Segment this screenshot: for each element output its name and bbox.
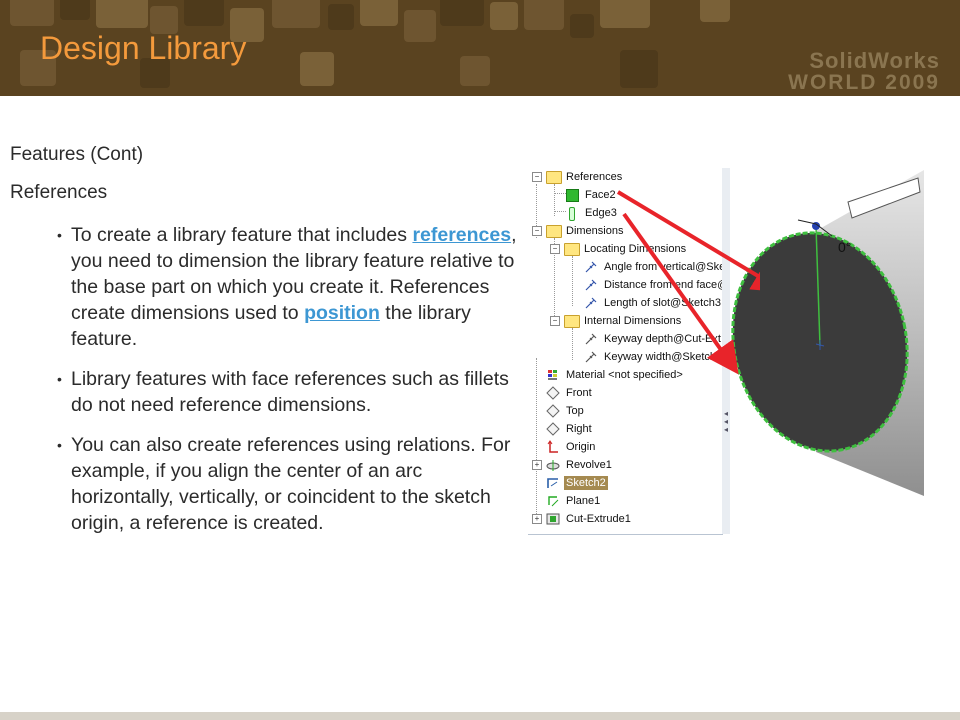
bullet-text: You can also create references using rel…: [71, 434, 511, 534]
decor-square: [524, 0, 564, 30]
references-link[interactable]: references: [412, 224, 511, 246]
decor-square: [328, 4, 354, 30]
dimension-icon: [585, 261, 597, 273]
header-banner: Design Library SolidWorks WORLD 2009: [0, 0, 960, 96]
slide-body: Features (Cont) References • To create a…: [10, 142, 520, 550]
decor-square: [570, 14, 594, 38]
dimension-icon: [585, 351, 597, 363]
tree-item-label: Front: [566, 387, 592, 399]
decor-square: [600, 0, 650, 28]
tree-item-cut-extrude1[interactable]: + Cut-Extrude1: [528, 510, 722, 528]
tree-item-label: Top: [566, 405, 584, 417]
section-heading: References: [10, 182, 108, 203]
decor-square: [700, 0, 730, 22]
folder-icon: [546, 225, 562, 238]
face-icon: [566, 189, 579, 202]
tree-item-label: Revolve1: [566, 459, 612, 471]
dimension-icon: [585, 279, 597, 291]
plane-icon: [546, 386, 560, 400]
tree-item-label: Origin: [566, 441, 596, 453]
subtitle: Features (Cont): [10, 144, 144, 165]
logo-line1: SolidWorks: [809, 48, 940, 73]
expand-toggle[interactable]: +: [532, 514, 542, 524]
tree-item-front[interactable]: Front: [528, 384, 722, 402]
tree-item-label: Right: [566, 423, 592, 435]
dimension-icon: [585, 333, 597, 345]
bullet-list: • To create a library feature that inclu…: [10, 222, 520, 536]
arrow-face2: [616, 190, 760, 293]
bullet-dot: •: [57, 371, 62, 387]
decor-square: [404, 10, 436, 42]
logo-line2: WORLD 2009: [788, 71, 940, 94]
decor-square: [300, 52, 334, 86]
bullet-text: To create a library feature that include…: [71, 224, 413, 246]
decor-square: [272, 0, 320, 28]
angle-dimension-label: 0°: [838, 239, 851, 255]
tree-item-origin[interactable]: Origin: [528, 438, 722, 456]
plane-icon: [546, 404, 560, 418]
expand-toggle[interactable]: +: [532, 460, 542, 470]
decor-square: [96, 0, 148, 28]
decor-square: [60, 0, 90, 20]
tree-item-label: Cut-Extrude1: [566, 513, 631, 525]
tree-item-label: Plane1: [566, 495, 601, 507]
decor-square: [360, 0, 398, 26]
collapse-toggle[interactable]: −: [550, 316, 560, 326]
bullet-text: Library features with face references su…: [71, 368, 509, 416]
bullet-item: • To create a library feature that inclu…: [10, 222, 520, 352]
bullet-dot: •: [57, 437, 62, 453]
decor-square: [460, 56, 490, 86]
decor-square: [10, 0, 54, 26]
tree-item-plane1[interactable]: Plane1: [528, 492, 722, 510]
decor-square: [620, 50, 658, 88]
tree-item-top[interactable]: Top: [528, 402, 722, 420]
folder-icon: [564, 243, 580, 256]
revolve-icon: [546, 460, 560, 471]
bullet-dot: •: [57, 227, 62, 243]
dimension-icon: [585, 297, 597, 309]
tree-item-revolve1[interactable]: + Revolve1: [528, 456, 722, 474]
collapse-toggle[interactable]: −: [550, 244, 560, 254]
sketch-icon: [547, 478, 558, 488]
slide-title: Design Library: [40, 30, 247, 66]
decor-square: [440, 0, 484, 26]
position-link[interactable]: position: [304, 302, 380, 324]
material-icon: [548, 370, 557, 380]
edge-icon: [569, 207, 575, 221]
solidworks-world-logo: SolidWorks WORLD 2009: [788, 50, 940, 94]
plane-icon: [548, 496, 559, 507]
callout-arrows: [616, 190, 760, 375]
folder-icon: [546, 171, 562, 184]
collapse-toggle[interactable]: −: [532, 172, 542, 182]
decor-square: [184, 0, 224, 26]
bullet-item: • You can also create references using r…: [10, 432, 520, 536]
plane-icon: [546, 422, 560, 436]
tree-item-label-selected: Sketch2: [564, 476, 608, 490]
decor-square: [490, 2, 518, 30]
footer-bar: [0, 712, 960, 720]
tree-item-right[interactable]: Right: [528, 420, 722, 438]
bullet-item: • Library features with face references …: [10, 366, 520, 418]
origin-icon: [547, 440, 558, 453]
cut-extrude-icon: [546, 513, 560, 525]
arrow-edge3: [622, 212, 739, 375]
folder-icon: [564, 315, 580, 328]
collapse-toggle[interactable]: −: [532, 226, 542, 236]
tree-item-sketch2[interactable]: Sketch2: [528, 474, 722, 492]
